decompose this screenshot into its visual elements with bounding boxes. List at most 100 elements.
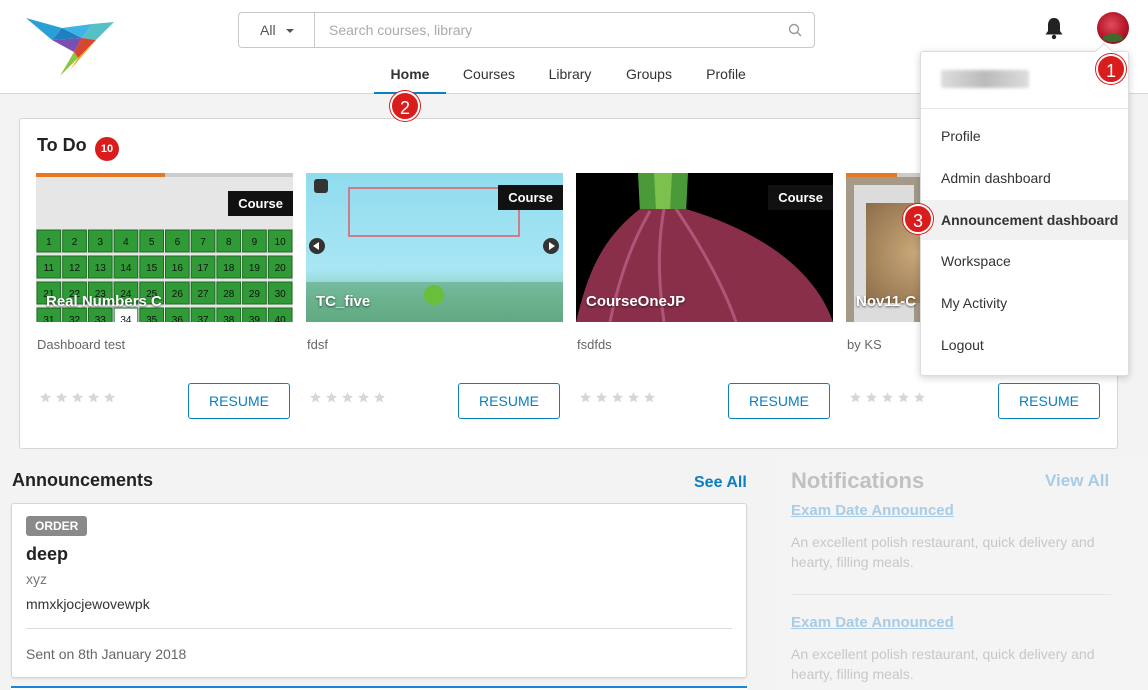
grid-number: 37 xyxy=(197,315,209,322)
star-icon[interactable] xyxy=(865,391,878,404)
nav-courses[interactable]: Courses xyxy=(456,56,522,94)
grid-number: 32 xyxy=(69,315,81,322)
step-marker-3: 3 xyxy=(903,204,933,234)
grid-number: 19 xyxy=(249,263,261,274)
search-input[interactable] xyxy=(314,12,815,48)
chevron-down-icon xyxy=(285,29,294,33)
grid-number: 28 xyxy=(223,289,235,300)
star-icon[interactable] xyxy=(87,391,100,404)
course-card[interactable]: Course CourseOneJP fsdfds RESUME xyxy=(576,173,833,433)
grid-number: 8 xyxy=(226,237,232,248)
announcement-card-next xyxy=(11,686,747,690)
notification-text: An excellent polish restaurant, quick de… xyxy=(791,646,1095,682)
notification-text: An excellent polish restaurant, quick de… xyxy=(791,534,1095,570)
course-thumbnail[interactable]: Course CourseOneJP xyxy=(576,173,833,322)
announcement-sent-date: Sent on 8th January 2018 xyxy=(26,646,187,662)
star-icon[interactable] xyxy=(595,391,608,404)
grid-number: 3 xyxy=(97,237,103,248)
star-icon[interactable] xyxy=(71,391,84,404)
grid-number: 35 xyxy=(146,315,158,322)
resume-button[interactable]: RESUME xyxy=(458,383,560,419)
bell-icon[interactable] xyxy=(1043,16,1065,40)
course-tag: Course xyxy=(768,185,833,210)
menu-item-logout[interactable]: Logout xyxy=(921,325,1128,365)
grid-number: 17 xyxy=(197,263,209,274)
star-icon[interactable] xyxy=(309,391,322,404)
star-icon[interactable] xyxy=(341,391,354,404)
step-marker-2: 2 xyxy=(390,91,420,121)
announcement-type-badge: ORDER xyxy=(26,516,88,536)
grid-number: 12 xyxy=(69,263,81,274)
star-icon[interactable] xyxy=(849,391,862,404)
star-icon[interactable] xyxy=(55,391,68,404)
divider xyxy=(921,108,1128,109)
star-icon[interactable] xyxy=(357,391,370,404)
course-title: Real Numbers C xyxy=(46,293,162,310)
search-icon[interactable] xyxy=(788,23,802,37)
nav-groups[interactable]: Groups xyxy=(618,56,680,94)
course-subtitle: Dashboard test xyxy=(37,337,126,352)
star-icon[interactable] xyxy=(103,391,116,404)
grid-number: 33 xyxy=(95,315,107,322)
user-avatar[interactable] xyxy=(1097,12,1129,44)
notification-link[interactable]: Exam Date Announced xyxy=(791,614,954,631)
menu-item-admin-dashboard[interactable]: Admin dashboard xyxy=(921,158,1128,198)
resume-button[interactable]: RESUME xyxy=(188,383,290,419)
star-icon[interactable] xyxy=(325,391,338,404)
grid-number: 34 xyxy=(120,315,132,322)
divider xyxy=(26,628,732,629)
course-thumbnail[interactable]: Course TC_five xyxy=(306,173,563,322)
star-icon[interactable] xyxy=(913,391,926,404)
grid-number: 40 xyxy=(275,315,287,322)
grid-number: 11 xyxy=(44,263,55,274)
search-scope-label: All xyxy=(260,22,276,38)
rating-stars[interactable] xyxy=(579,391,656,404)
rating-stars[interactable] xyxy=(309,391,386,404)
rating-stars[interactable] xyxy=(849,391,926,404)
course-tag: Course xyxy=(498,185,563,210)
notification-link[interactable]: Exam Date Announced xyxy=(791,502,954,519)
nav-profile[interactable]: Profile xyxy=(697,56,755,94)
grid-number: 1 xyxy=(46,237,52,248)
course-card[interactable]: Course TC_five fdsf RESUME xyxy=(306,173,563,433)
star-icon[interactable] xyxy=(897,391,910,404)
search-scope-select[interactable]: All xyxy=(238,12,315,48)
course-thumbnail[interactable]: 1 2 3 4 5 6 7 8 9 10 11 12 13 14 15 16 17 18 19 20 21 22 23 24 2… xyxy=(36,173,293,322)
menu-item-my-activity[interactable]: My Activity xyxy=(921,283,1128,323)
progress-fill xyxy=(846,173,897,177)
star-icon[interactable] xyxy=(881,391,894,404)
resume-button[interactable]: RESUME xyxy=(998,383,1100,419)
announcement-card[interactable]: ORDER deep xyz mmxkjocjewovewpk Sent on … xyxy=(11,503,747,678)
course-subtitle: fdsf xyxy=(307,337,328,352)
rating-stars[interactable] xyxy=(39,391,116,404)
grid-number: 26 xyxy=(172,289,184,300)
star-icon[interactable] xyxy=(373,391,386,404)
announcement-body: mmxkjocjewovewpk xyxy=(26,596,150,612)
grid-number: 31 xyxy=(43,315,55,322)
star-icon[interactable] xyxy=(627,391,640,404)
nav-home[interactable]: Home xyxy=(374,56,446,94)
grid-number: 30 xyxy=(275,289,287,300)
see-all-link[interactable]: See All xyxy=(694,474,747,492)
star-icon[interactable] xyxy=(39,391,52,404)
star-icon[interactable] xyxy=(611,391,624,404)
notifications-title: Notifications xyxy=(791,468,925,493)
course-subtitle: fsdfds xyxy=(577,337,612,352)
grid-number: 15 xyxy=(146,263,158,274)
star-icon[interactable] xyxy=(579,391,592,404)
menu-item-profile[interactable]: Profile xyxy=(921,116,1128,156)
grid-number: 27 xyxy=(197,289,209,300)
menu-item-workspace[interactable]: Workspace xyxy=(921,241,1128,281)
resume-button[interactable]: RESUME xyxy=(728,383,830,419)
view-all-link[interactable]: View All xyxy=(1045,471,1109,491)
course-card[interactable]: 1 2 3 4 5 6 7 8 9 10 11 12 13 14 15 16 17 18 19 20 21 22 23 24 2… xyxy=(36,173,293,433)
arrow-right-icon xyxy=(543,238,559,254)
nav-library[interactable]: Library xyxy=(538,56,602,94)
frame-outline xyxy=(348,187,520,237)
star-icon[interactable] xyxy=(643,391,656,404)
grid-number: 20 xyxy=(275,263,287,274)
info-icon xyxy=(424,285,444,305)
menu-item-announcement-dashboard[interactable]: Announcement dashboard xyxy=(921,200,1128,240)
course-tag: Course xyxy=(228,191,293,216)
todo-count-badge: 10 xyxy=(95,137,119,161)
